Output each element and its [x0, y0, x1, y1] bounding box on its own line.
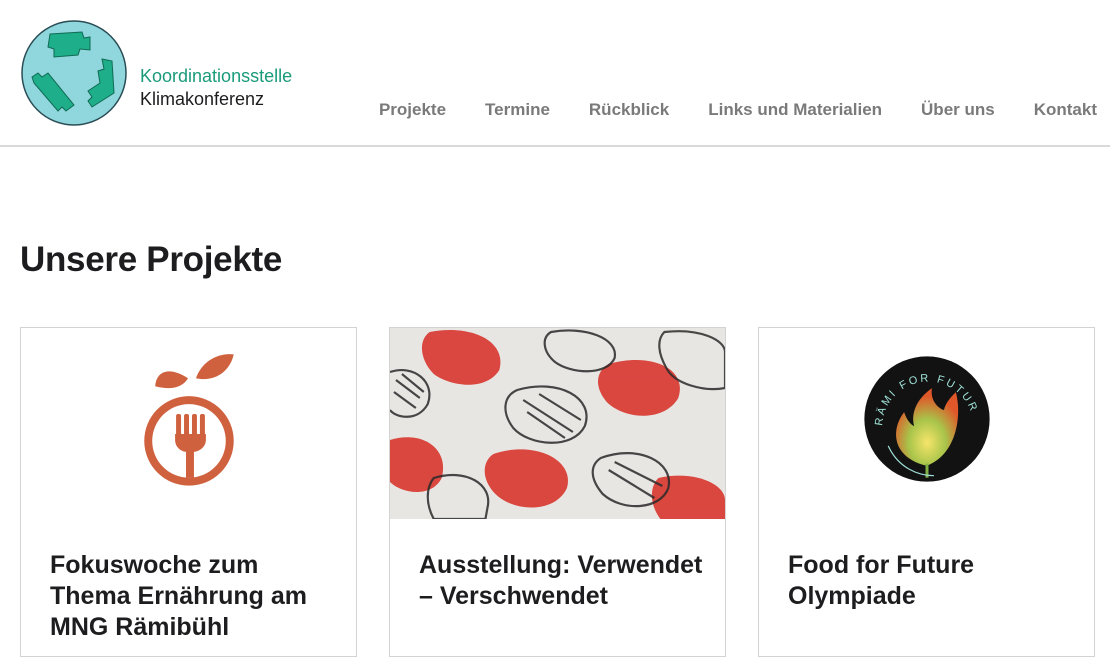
brand-line-1: Koordinationsstelle: [140, 66, 293, 86]
card-title[interactable]: Food for Future Olympiade: [788, 550, 1074, 612]
nav-item-rueckblick[interactable]: Rückblick: [589, 100, 669, 120]
project-card-food-for-future[interactable]: RÄMI FOR FUTURE Food for Future Olympiad…: [758, 327, 1095, 657]
nav-item-kontakt[interactable]: Kontakt: [1034, 100, 1097, 120]
nav-item-projekte[interactable]: Projekte: [379, 100, 446, 120]
nav-item-links-materialien[interactable]: Links und Materialien: [708, 100, 882, 120]
main-nav: Projekte Termine Rückblick Links und Mat…: [379, 100, 1097, 120]
site-header: Koordinationsstelle Klimakonferenz Proje…: [0, 0, 1110, 147]
lino-print-cabbage-image: [390, 328, 725, 519]
puzzle-circle-logo-icon[interactable]: [20, 19, 128, 127]
rami-for-future-logo: RÄMI FOR FUTURE: [759, 328, 990, 482]
nav-item-termine[interactable]: Termine: [485, 100, 550, 120]
page-title: Unsere Projekte: [20, 240, 283, 279]
project-card-fokuswoche[interactable]: Fokuswoche zum Thema Ernährung am MNG Rä…: [20, 327, 357, 657]
card-title[interactable]: Fokuswoche zum Thema Ernährung am MNG Rä…: [50, 550, 336, 643]
project-card-ausstellung[interactable]: Ausstellung: Verwendet – Verschwendet: [389, 327, 726, 657]
nav-item-ueber-uns[interactable]: Über uns: [921, 100, 995, 120]
brand-line-2: Klimakonferenz: [140, 89, 265, 109]
brand-name[interactable]: Koordinationsstelle Klimakonferenz: [140, 65, 292, 111]
card-title[interactable]: Ausstellung: Verwendet – Verschwendet: [419, 550, 705, 612]
apple-fork-icon: [144, 354, 234, 486]
